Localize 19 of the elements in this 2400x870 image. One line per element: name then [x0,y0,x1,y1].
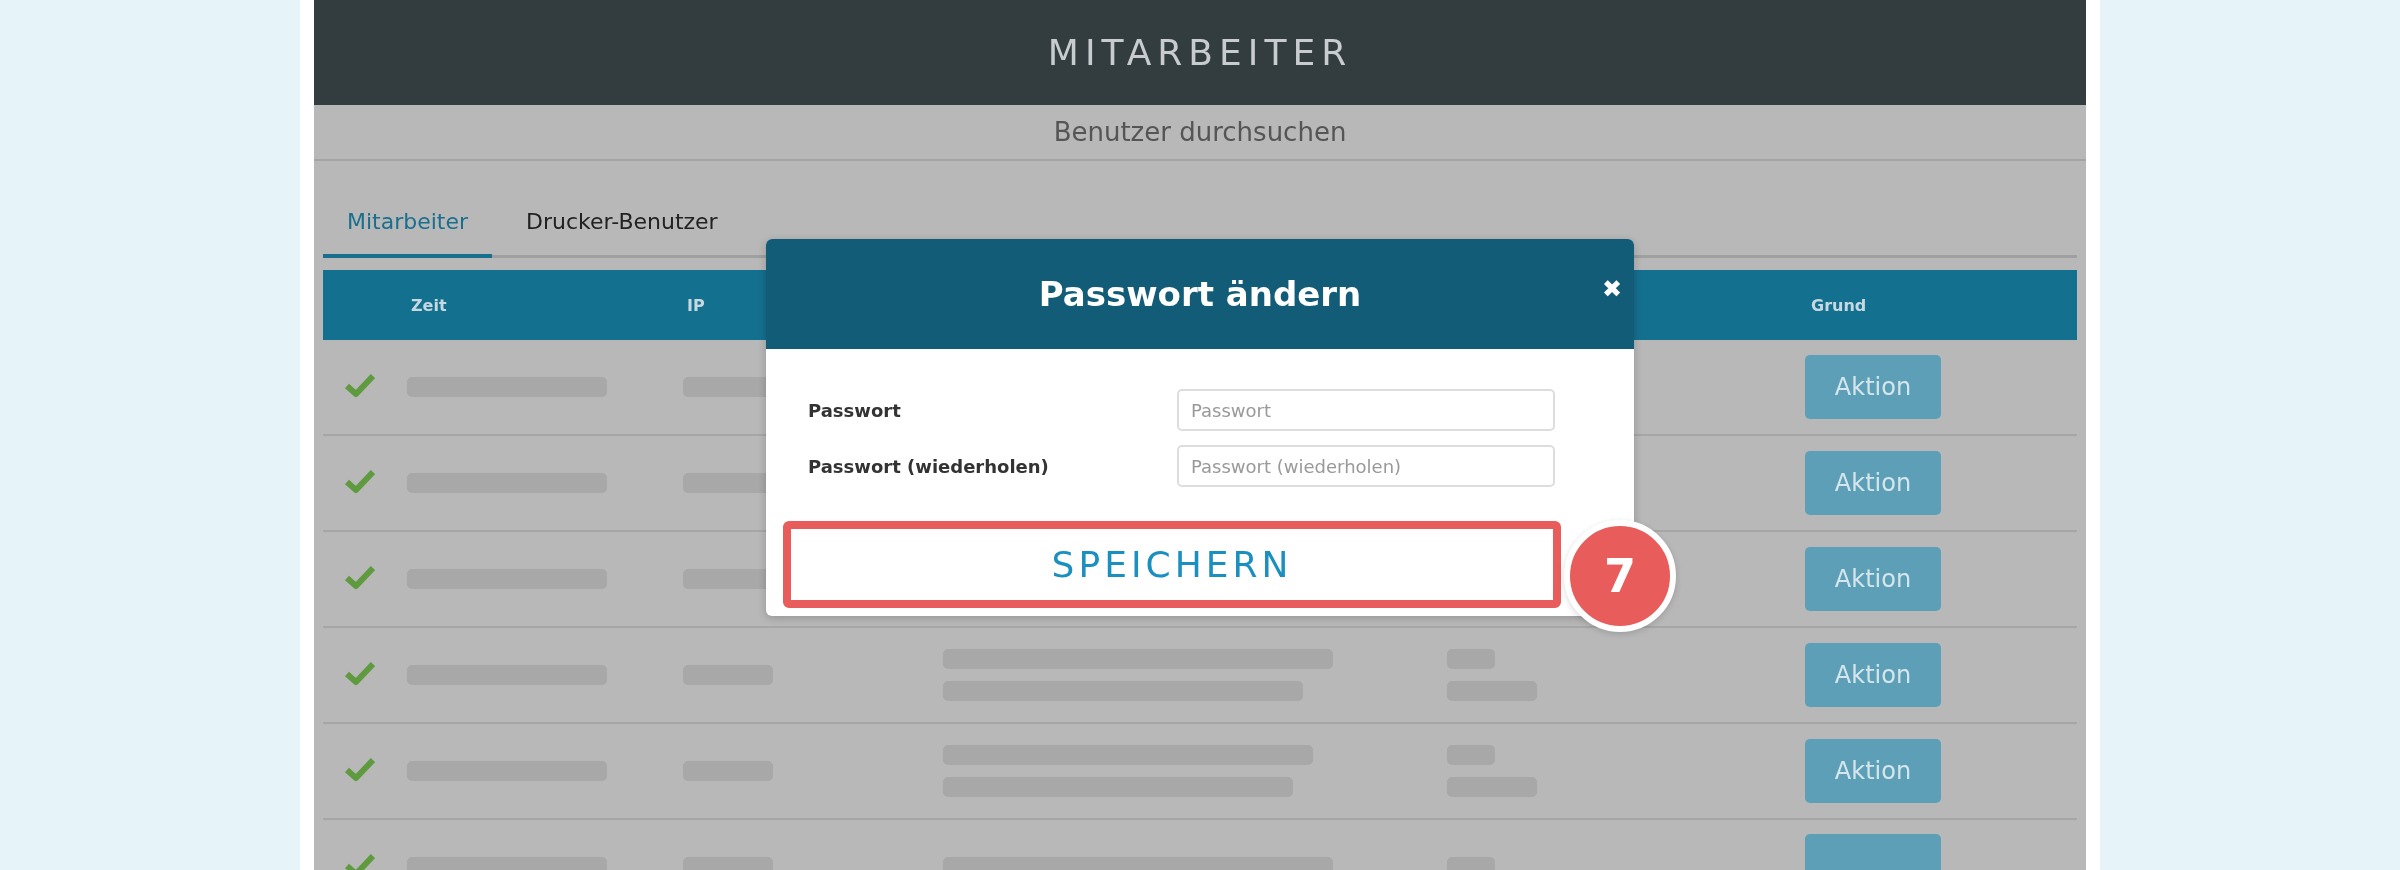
action-button[interactable]: Aktion [1805,739,1941,803]
page-title: MITARBEITER [1047,32,1353,73]
action-button[interactable]: Aktion [1805,451,1941,515]
action-button[interactable]: Aktion [1805,547,1941,611]
password-field[interactable]: Passwort [1177,389,1555,431]
password-field[interactable]: Passwort (wiederholen) [1177,445,1555,487]
action-button[interactable]: Aktion [1805,643,1941,707]
column-header: Grund [1810,295,1868,315]
close-button[interactable]: ✖ [1602,275,1622,303]
column-header: IP [686,295,706,315]
column-header: Zeit [410,295,448,315]
field-label: Passwort [808,399,902,421]
dialog-title: Passwort ändern [1038,274,1362,314]
section-title: Benutzer durchsuchen [1053,117,1347,147]
field-label: Passwort (wiederholen) [808,455,1050,477]
tab[interactable]: Drucker-Benutzer [502,189,742,258]
save-button[interactable]: SPEICHERN [783,521,1561,608]
tab[interactable]: Mitarbeiter [323,189,493,258]
action-button[interactable]: Aktion [1805,355,1941,419]
